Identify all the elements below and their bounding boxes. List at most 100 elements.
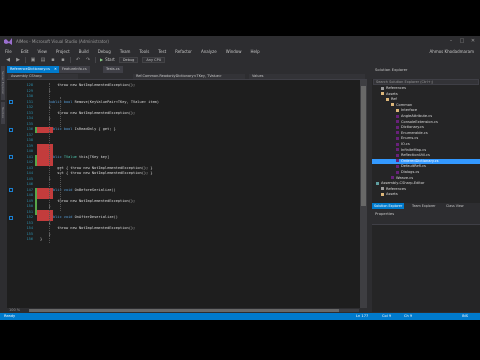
menu-edit[interactable]: Edit [21, 49, 29, 54]
collapse-glyph-icon[interactable] [9, 100, 13, 104]
menu-tools[interactable]: Tools [139, 49, 149, 54]
tree-item-label: AngleAttribute.cs [401, 114, 433, 118]
menu-window[interactable]: Window [226, 49, 242, 54]
open-file-icon[interactable]: ▤ [40, 57, 46, 63]
csharp-file-icon [396, 136, 399, 140]
tree-item-label: Dialogs.cs [401, 170, 420, 174]
menu-team[interactable]: Team [120, 49, 131, 54]
indent-guide [60, 169, 61, 199]
configuration-select[interactable]: Debug [118, 56, 139, 63]
vertical-scroll-thumb[interactable] [361, 86, 366, 206]
code-line[interactable]: 156} [7, 237, 367, 243]
standard-toolbar: ◀ ▶ ▣ ▤ ▪ ▪ ↶ ↷ ▶ Start Debug Any CPU [0, 55, 480, 64]
code-token: throw new NotImplementedException(); [40, 110, 136, 115]
close-tab-icon[interactable]: ✕ [54, 67, 57, 71]
tab-reference-dictionary[interactable]: ReferenceDictionary.cs ✕ [7, 66, 60, 73]
save-icon[interactable]: ▪ [50, 57, 56, 63]
tree-item-label: Assembly-CSharp-Editor [381, 181, 425, 186]
status-text: Ready [4, 314, 16, 318]
tree-item-label: Assets [386, 91, 398, 96]
new-project-icon[interactable]: ▣ [30, 57, 36, 63]
code-token: throw new NotImplementedException(); [40, 198, 136, 203]
status-line: Ln 177 [356, 314, 369, 318]
tree-item-label: ConsoleExtension.cs [401, 119, 438, 124]
member-dropdown[interactable]: Values [249, 74, 365, 79]
menu-help[interactable]: Help [251, 49, 260, 54]
horizontal-scroll-thumb[interactable] [29, 309, 339, 312]
tab-feature-info[interactable]: FeatureInfo.cs [59, 66, 90, 73]
tab-solution-explorer[interactable]: Solution Explorer [372, 203, 405, 209]
type-dropdown[interactable]: Ref.Common.ReadonlyDictionary<TKey, TVal… [133, 74, 245, 79]
menu-file[interactable]: File [5, 49, 12, 54]
tree-item[interactable]: Assets [372, 192, 480, 198]
collapse-glyph-icon[interactable] [9, 188, 13, 192]
signed-in-user[interactable]: Ahmos Khodadmaram [430, 49, 474, 54]
menu-refactor[interactable]: Refactor [175, 49, 192, 54]
collapse-glyph-icon[interactable] [9, 127, 13, 132]
tab-team-explorer[interactable]: Team Explorer [410, 203, 438, 209]
toolbox-tab[interactable]: Toolbox [1, 102, 5, 124]
csharp-file-icon [396, 148, 399, 152]
csharp-file-icon [396, 114, 399, 118]
solution-explorer-title: Solution Explorer [372, 66, 480, 73]
redo-icon[interactable]: ↷ [85, 57, 91, 63]
save-all-icon[interactable]: ▪ [60, 57, 66, 63]
maximize-icon[interactable]: □ [459, 38, 465, 44]
tab-class-view[interactable]: Class View [444, 203, 466, 209]
menu-view[interactable]: View [37, 49, 47, 54]
forward-icon[interactable]: ▶ [15, 57, 21, 63]
references-icon [381, 187, 384, 191]
solution-search-input[interactable]: Search Solution Explorer (Ctrl+;) [373, 79, 479, 85]
back-icon[interactable]: ◀ [5, 57, 11, 63]
window-title: AIMes - Microsoft Visual Studio (Adminis… [16, 39, 109, 44]
left-tool-rail: Server Explorer Toolbox [0, 66, 6, 312]
undo-icon[interactable]: ↶ [75, 57, 81, 63]
references-icon [381, 86, 384, 90]
code-text: } [40, 237, 42, 243]
tab-label: ReferenceDictionary.cs [10, 67, 50, 71]
indent-guide [60, 97, 61, 127]
tree-item-label: Ref [391, 97, 397, 102]
csharp-file-icon [396, 142, 399, 146]
csharp-file-icon [396, 159, 399, 163]
menu-project[interactable]: Project [56, 49, 70, 54]
toolbar-separator [25, 56, 26, 63]
tree-item-label: Assets [386, 192, 398, 197]
properties-toolbar [372, 217, 480, 225]
horizontal-scrollbar[interactable] [29, 309, 359, 312]
csharp-file-icon [396, 125, 399, 129]
code-editor[interactable]: 128 throw new NotImplementedException();… [7, 80, 367, 308]
tree-item-label: ReflectionUtil.cs [401, 153, 430, 158]
minimize-icon[interactable]: – [448, 38, 454, 44]
indent-guide [49, 83, 50, 243]
tab-tests[interactable]: Tests.cs [103, 66, 123, 73]
status-bar: Ready Ln 177 Col 9 Ch 9 INS [0, 313, 480, 320]
tree-item-label: OrderedDictionary.cs [401, 158, 439, 163]
start-debugging-button[interactable]: ▶ Start [100, 57, 115, 62]
vertical-scrollbar[interactable] [360, 80, 367, 308]
tree-item-label: Weave.cs [396, 175, 414, 180]
status-column: Col 9 [382, 314, 392, 318]
menu-test[interactable]: Test [158, 49, 166, 54]
menu-analyze[interactable]: Analyze [201, 49, 217, 54]
code-token: OnBeforeSerialize() [74, 187, 116, 192]
close-icon[interactable]: ✕ [470, 38, 476, 44]
toolbar-separator [95, 56, 96, 63]
folder-icon [386, 97, 389, 101]
collapse-glyph-icon[interactable] [9, 155, 13, 159]
menu-build[interactable]: Build [79, 49, 89, 54]
folder-icon [381, 92, 384, 96]
code-token: OnAfterDeserialize() [74, 215, 118, 219]
code-token: this[TKey key] [78, 154, 110, 159]
collapse-glyph-icon[interactable] [9, 215, 13, 220]
project-dropdown[interactable]: Assembly CSharp [8, 74, 78, 79]
code-token: throw new NotImplementedException(); [40, 83, 136, 87]
toolbar-separator [70, 56, 71, 63]
code-token: IsReadOnly { get; } [74, 127, 116, 131]
menu-debug[interactable]: Debug [98, 49, 111, 54]
csharp-file-icon [396, 120, 399, 124]
server-explorer-tab[interactable]: Server Explorer [1, 66, 5, 100]
platform-select[interactable]: Any CPU [142, 56, 166, 63]
tree-item-label: DefaultRefl.cs [401, 164, 426, 169]
menu-right: Ahmos Khodadmaram [430, 49, 474, 54]
